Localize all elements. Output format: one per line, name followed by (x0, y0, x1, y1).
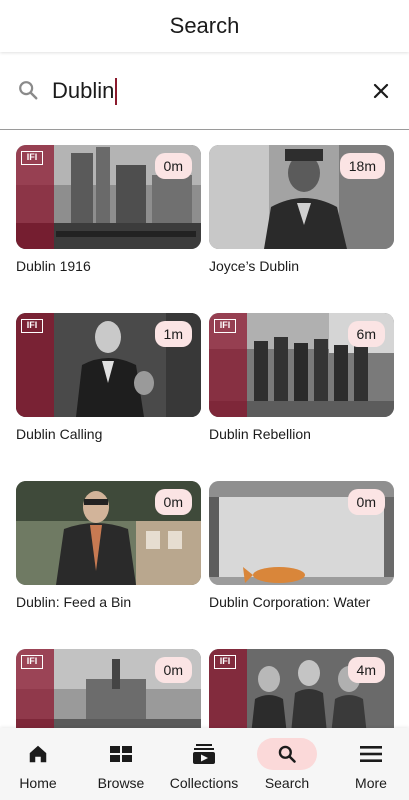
nav-collections[interactable]: Collections (163, 728, 245, 800)
nav-label: More (355, 775, 387, 791)
result-title: Dublin 1916 (16, 258, 91, 274)
thumbnail: IFI 1m (16, 313, 201, 417)
text-caret (115, 77, 118, 105)
duration-badge: 0m (154, 153, 192, 179)
close-icon[interactable] (371, 81, 391, 101)
search-results-grid: IFI 0m Dublin 1916 18m Joyce’s Dublin IF… (0, 131, 409, 728)
search-query-text: Dublin (52, 78, 115, 103)
thumbnail: IFI 0m (16, 649, 201, 728)
search-bar: Dublin (0, 52, 409, 130)
result-card[interactable]: IFI 0m (16, 649, 201, 728)
result-title: Dublin Rebellion (209, 426, 311, 442)
result-title: Dublin Calling (16, 426, 103, 442)
duration-badge: 4m (347, 657, 385, 683)
nav-label: Search (264, 775, 310, 791)
thumbnail: 18m (209, 145, 394, 249)
result-card[interactable]: IFI 0m Dublin 1916 (16, 145, 201, 274)
search-input[interactable]: Dublin (52, 76, 118, 106)
page-title: Search (169, 13, 240, 38)
thumbnail: IFI 0m (16, 145, 201, 249)
nav-home[interactable]: Home (0, 728, 79, 800)
bottom-navigation: Home Browse Collections Search More (0, 728, 409, 800)
duration-badge: 18m (339, 153, 385, 179)
nav-label: Browse (97, 775, 145, 791)
result-card[interactable]: 0m Dublin Corporation: Water (209, 481, 394, 610)
result-title: Joyce’s Dublin (209, 258, 300, 274)
ifi-brand-band: IFI (16, 649, 54, 728)
nav-browse[interactable]: Browse (80, 728, 162, 800)
search-icon (19, 81, 38, 100)
result-card[interactable]: IFI 4m (209, 649, 394, 728)
duration-badge: 0m (154, 489, 192, 515)
result-title: Dublin: Feed a Bin (16, 594, 132, 610)
result-card[interactable]: IFI 1m Dublin Calling (16, 313, 201, 442)
duration-badge: 6m (347, 321, 385, 347)
collections-icon (193, 744, 215, 764)
duration-badge: 0m (154, 657, 192, 683)
thumbnail: 0m (16, 481, 201, 585)
nav-label: Home (19, 775, 57, 791)
ifi-logo: IFI (214, 655, 236, 669)
result-title: Dublin Corporation: Water (209, 594, 371, 610)
ifi-brand-band: IFI (209, 649, 247, 728)
app-bar: Search (0, 0, 409, 52)
nav-search[interactable]: Search (246, 728, 328, 800)
ifi-logo: IFI (21, 655, 43, 669)
ifi-brand-band: IFI (209, 313, 247, 417)
ifi-logo: IFI (214, 319, 236, 333)
ifi-brand-band: IFI (16, 313, 54, 417)
thumbnail: IFI 4m (209, 649, 394, 728)
thumbnail: 0m (209, 481, 394, 585)
duration-badge: 0m (347, 489, 385, 515)
result-card[interactable]: 18m Joyce’s Dublin (209, 145, 394, 274)
ifi-brand-band: IFI (16, 145, 54, 249)
ifi-logo: IFI (21, 151, 43, 165)
result-card[interactable]: IFI 6m Dublin Rebellion (209, 313, 394, 442)
thumbnail: IFI 6m (209, 313, 394, 417)
result-card[interactable]: 0m Dublin: Feed a Bin (16, 481, 201, 610)
active-indicator (257, 738, 317, 770)
ifi-logo: IFI (21, 319, 43, 333)
search-icon (278, 745, 296, 763)
home-icon (29, 745, 47, 763)
duration-badge: 1m (154, 321, 192, 347)
nav-label: Collections (169, 775, 239, 791)
menu-icon (360, 746, 382, 762)
nav-more[interactable]: More (330, 728, 409, 800)
grid-icon (110, 746, 132, 762)
